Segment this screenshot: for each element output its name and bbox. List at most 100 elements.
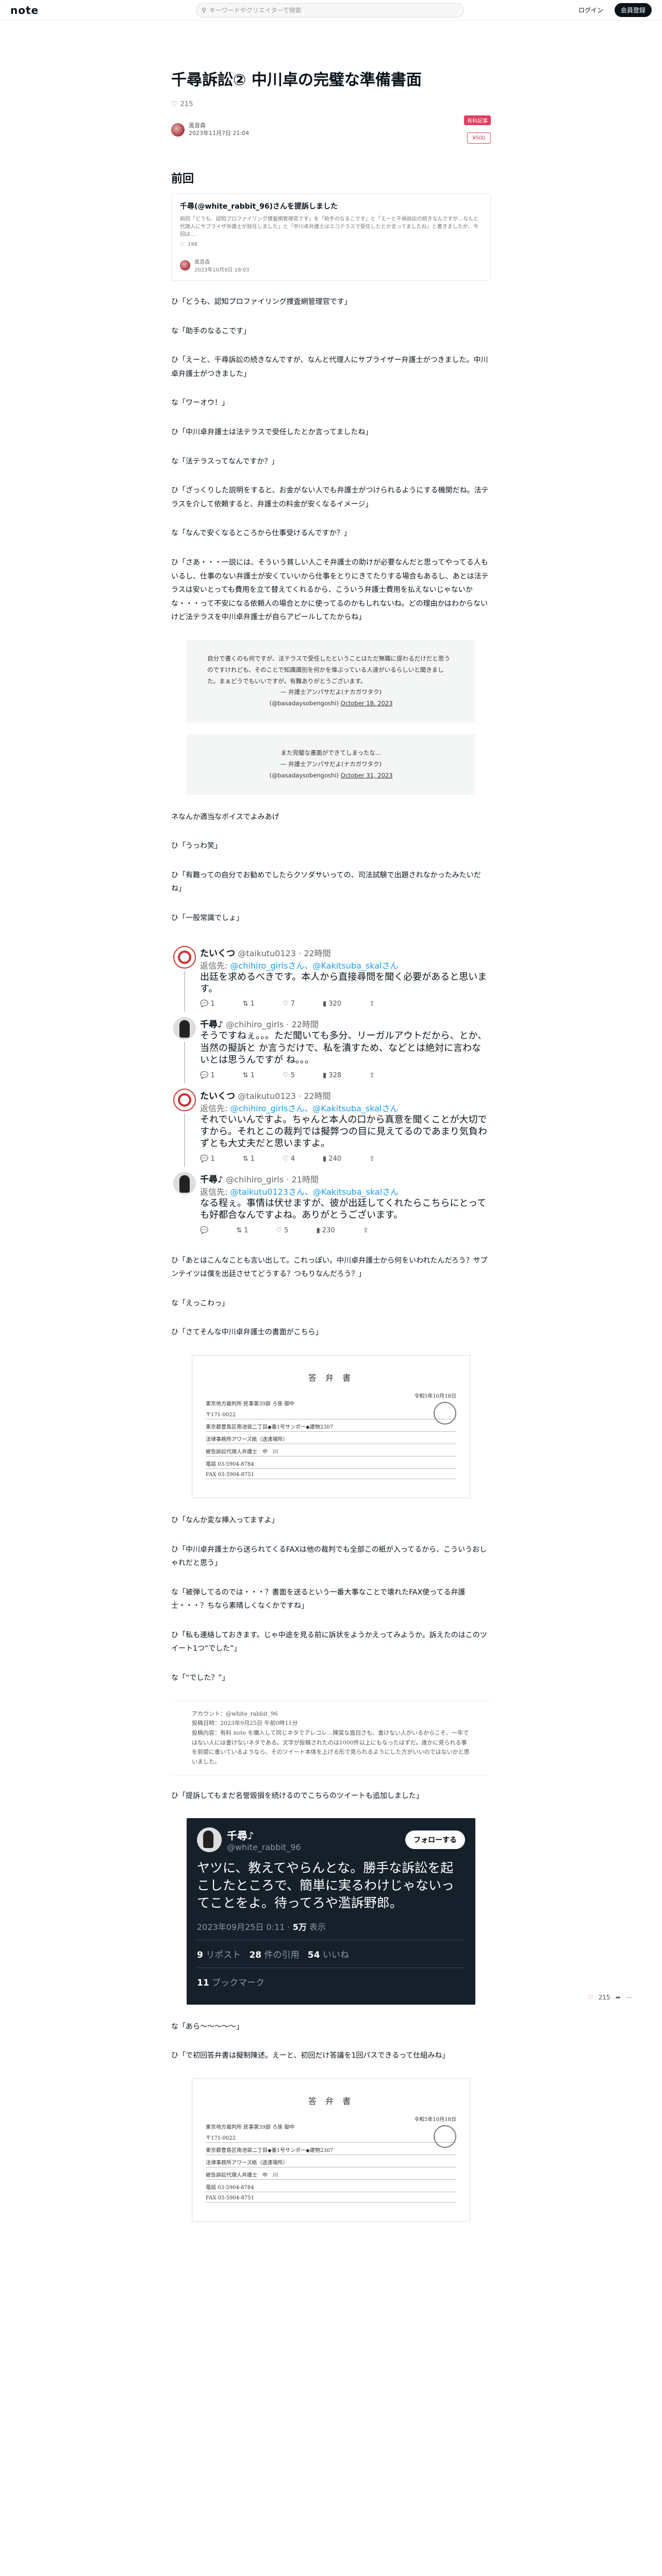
retweet-icon[interactable]: ⇅ 1 [236,1227,248,1234]
tweet-text: それでいいんですよ。ちゃんと本人の口から真意を聞くことが大切ですから。それとこの… [200,1114,487,1149]
excerpt-line: 投稿内容：有料 note を購入して同じネタでアレコレ…陳腐な面白さも、書けない… [192,1730,470,1766]
paragraph: ひ「で初回答弁書は擬制陳述。えーと、初回だけ答議を1回パスできるって仕組みね」 [171,2052,450,2060]
doc-line: FAX 03-5904-8751 [206,2195,456,2202]
avatar[interactable] [171,123,185,137]
like-icon[interactable]: ♡ 4 [283,1155,295,1163]
more-icon[interactable]: ⋯ [626,1994,632,2001]
reply-icon[interactable]: 💬 [200,1227,208,1234]
avatar[interactable] [173,1172,196,1195]
doc-title: 答 弁 書 [308,1372,354,1383]
paragraph: ひ「中川卓弁護士は法テラスで受任したとか言ってましたね」 [171,428,373,436]
doc-court: 東京地方裁判所 民事第39部 ろ係 御中 [206,1401,295,1407]
retweet-icon[interactable]: ⇅ 1 [243,1155,255,1163]
paragraph: ひ「あとはこんなことも言い出して。これっぽい。中川卓弁護士から何をいわれたんだろ… [171,1256,488,1279]
tweet[interactable]: 千尋♪ @chihiro_girls · 21時間 返信先: @taikutu0… [171,1167,491,1239]
embed-author: 風音森 [194,260,210,265]
quote-date-link[interactable]: October 31, 2023 [341,772,393,779]
reply-count: 1 [210,1071,215,1079]
tweet-text: ヤツに、教えてやらんとな。勝手な訴訟を起こしたところで、簡単に実るわけじゃないっ… [197,1860,455,1910]
author-name[interactable]: 風音森 [189,122,249,130]
price-button[interactable]: ¥500 [467,132,491,144]
like-icon[interactable]: ♡ 5 [276,1227,289,1234]
reply-icon[interactable]: 💬 1 [200,1155,215,1163]
reply-link[interactable]: @chihiro_girlsさん、@Kakitsuba_skalさん [230,961,398,971]
heart-icon[interactable]: ♡ [171,100,177,108]
tweet[interactable]: たいくつ @taikutu0123 · 22時間 返信先: @chihiro_g… [171,1083,491,1167]
retweet-icon[interactable]: ⇅ 1 [243,1000,255,1008]
paragraph: ひ「うっわ笑」 [171,842,222,851]
avatar[interactable] [173,1017,196,1040]
tweet-author[interactable]: たいくつ [200,948,235,959]
embed-card[interactable]: 千尋(@white_rabbit_96)さんを提訴しました 前回「どうも、認知プ… [171,193,491,281]
embedded-quote: また完璧な書面ができてしまったな… — 弁護士アンパサだよ(ナカガワタク) (@… [187,734,475,795]
like-icon[interactable]: ♡ 5 [283,1072,295,1079]
doc-line: 法律事務所アワーズ紙（送達場所） [206,1435,456,1444]
legal-document-image: 答 弁 書 令和5年10月18日 東京地方裁判所 民事第39部 ろ係 御中 〒1… [192,1354,470,1498]
views-icon[interactable]: ▮ 230 [317,1227,335,1234]
note-logo[interactable]: note [10,4,196,16]
post-date: 2023年11月7日 21:04 [189,129,250,137]
paragraph: ネなんか適当なボイスでよみあげ [171,812,279,821]
reply-icon[interactable]: 💬 1 [200,1072,215,1079]
like-count: 5 [284,1226,289,1234]
retweet-count: 1 [250,1155,255,1163]
reply-link[interactable]: @taikutu0123さん、@Kakitsuba_skalさん [230,1187,399,1197]
reply-label: 返信先: [200,1103,230,1113]
tweet[interactable]: 千尋♪ @chihiro_girls · 22時間 そうですねぇ。。。ただ聞いて… [171,1012,491,1083]
tweet-text: なる程ぇ。事情は伏せますが、彼が出廷してくれたらこちらにとっても好都合なんですよ… [200,1197,487,1221]
side-like-count: 215 [598,1994,610,2001]
paragraph: ひ「提訴してもまだ名誉毀損を続けるのでこちらのツイートも追加しました」 [171,1791,423,1800]
retweet-icon[interactable]: ⇅ 1 [243,1072,255,1079]
tweet-screenshot: 千尋♪ @white_rabbit_96 フォローする ヤツに、教えてやらんとな… [187,1818,475,2005]
tweet[interactable]: たいくつ @taikutu0123 · 22時間 返信先: @chihiro_g… [171,941,491,1012]
doc-line: 電話 03-5904-8784 [206,1460,456,1469]
paragraph: な「“でした？”」 [171,1674,229,1683]
quote-handle: (@basadaysobengoshi) [269,700,339,707]
like-label: いいね [322,1950,349,1960]
doc-court: 東京地方裁判所 民事第39部 ろ係 御中 [206,2124,295,2130]
share-icon[interactable]: ➦ [616,1994,621,2001]
signup-button[interactable]: 会員登録 [614,3,652,17]
share-icon[interactable]: ⇪ [369,1072,375,1079]
article-title: 千尋訴訟② 中川卓の完璧な準備書面 [171,71,422,89]
embed-like-count: 196 [187,242,198,247]
quote-date-link[interactable]: October 18, 2023 [341,700,393,707]
reply-icon[interactable]: 💬 1 [200,1000,215,1008]
paragraph: な「助手のなるこです」 [171,327,251,335]
doc-line: 被告訴訟代理人弁護士 中 川 [206,2171,456,2180]
repost-label: リポスト [206,1950,241,1960]
like-icon[interactable]: ♡ 7 [283,1000,295,1008]
doc-date: 令和5年10月18日 [414,1393,456,1399]
quote-author: — 弁護士アンパサだよ(ナカガワタク) [280,688,382,696]
tweet-author[interactable]: 千尋♪ [200,1020,223,1030]
doc-title: 答 弁 書 [308,2096,354,2106]
avatar[interactable] [173,1088,196,1111]
tweet-thread: たいくつ @taikutu0123 · 22時間 返信先: @chihiro_g… [171,941,491,1239]
heart-icon[interactable]: ♡ [588,1994,593,2001]
embed-excerpt: 前回「どうも、認知プロファイリング捜査網管理官です」を「助手のなるこです」と「え… [180,216,479,238]
share-icon[interactable]: ⇪ [363,1227,369,1234]
avatar [197,1827,222,1853]
avatar[interactable] [173,945,196,969]
share-icon[interactable]: ⇪ [369,1000,375,1008]
paragraph: ひ「えーと、千尋訴訟の続きなんですが、なんと代理人にサプライザー弁護士がつきまし… [171,356,488,378]
search-placeholder: キーワードやクリエイターで検索 [209,7,302,14]
tweet-time: 2023年09月25日 0:11 · [197,1922,293,1932]
paragraph: な「被弾してるのでは・・・？書面を送るという一番大事なことで壊れたFAX使ってる… [171,1588,466,1611]
reply-link[interactable]: @chihiro_girlsさん、@Kakitsuba_skalさん [230,1104,398,1113]
search-input[interactable]: ⚲ キーワードやクリエイターで検索 [196,3,464,18]
tweet-author[interactable]: たいくつ [200,1091,235,1101]
header: note ⚲ キーワードやクリエイターで検索 ログイン 会員登録 [0,0,662,21]
tweet-handle: @chihiro_girls · 22時間 [226,1020,319,1030]
likes-row: ♡ 215 [171,100,491,108]
share-icon[interactable]: ⇪ [369,1155,375,1163]
paragraph: ひ「さてそんな中川卓弁護士の書面がこちら」 [171,1328,323,1337]
like-count: 4 [290,1155,295,1163]
login-button[interactable]: ログイン [572,3,609,17]
tweet-author[interactable]: 千尋♪ [200,1175,223,1185]
views-icon[interactable]: ▮ 240 [323,1155,341,1163]
views-icon[interactable]: ▮ 328 [323,1072,341,1079]
reply-label: 返信先: [200,960,230,971]
thread-line [184,970,185,1012]
views-icon[interactable]: ▮ 320 [323,1000,341,1008]
